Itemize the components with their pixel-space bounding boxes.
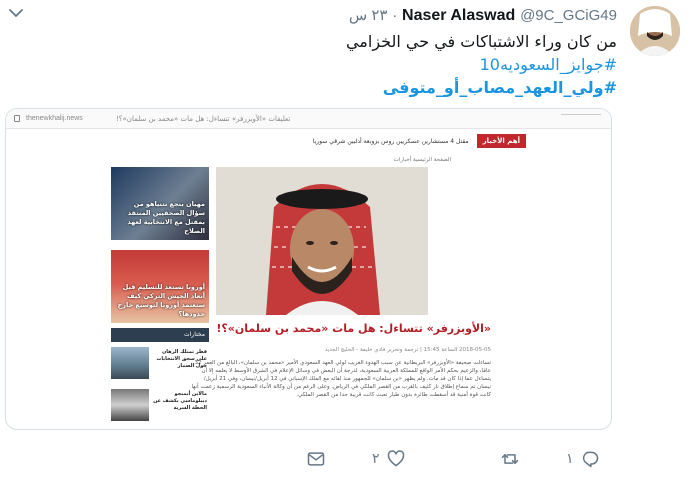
article-body: تساءلت صحيفة «الأوبزرفر» البريطانية عن س… — [191, 360, 491, 398]
article-title: «الأوبزرفر» تتساءل: هل مات «محمد بن سلما… — [216, 322, 491, 335]
envelope-icon — [307, 452, 325, 466]
sidebar-item-image — [111, 347, 149, 379]
author-name[interactable]: Naser Alaswad — [402, 7, 515, 24]
breadcrumb: الصفحة الرئيسية أخبارات — [393, 157, 451, 163]
tweet-text: من كان وراء الاشتباكات في حي الخزامي #جو… — [57, 30, 617, 99]
browser-menu-icon — [561, 114, 601, 122]
news-ticker: مقتل 4 مستشارين عسكريين روس بزوبعة أدلبي… — [312, 137, 469, 145]
browser-url: thenewkhalij.news — [26, 115, 83, 122]
thumbnail-caption-1: مهبان بنجع نتنياهو من سؤال الصحفيين المن… — [127, 200, 205, 235]
retweet-icon — [501, 454, 519, 464]
news-ticker-row: أهم الأخبار مقتل 4 مستشارين عسكريين روس … — [313, 133, 526, 149]
like-button[interactable]: ٢ — [372, 448, 406, 470]
reply-icon — [582, 451, 598, 468]
author-handle[interactable]: @9C_GCiG49 — [520, 7, 617, 24]
news-label: أهم الأخبار — [476, 134, 526, 148]
browser-title: تعليقات «الأوبزرفر» تتساءل: هل مات «محمد… — [116, 115, 291, 123]
reply-count: ١ — [566, 451, 574, 467]
direct-message-button[interactable] — [300, 448, 326, 470]
hashtag-link-1[interactable]: #جوايز_السعوديه10 — [57, 53, 617, 76]
chevron-down-icon[interactable] — [8, 6, 24, 20]
tweet-time[interactable]: ٢٣ س — [349, 7, 388, 24]
hero-photo — [216, 167, 428, 315]
tweet-header: Naser Alaswad @9C_GCiG49 · ٢٣ س — [349, 6, 617, 28]
sidebar-title: مختارات — [111, 328, 209, 342]
sidebar-item-text: مالاين أيمنجو ديبلوماسي يكشف عن الخطة ال… — [153, 391, 207, 411]
lock-icon — [14, 115, 20, 122]
tweet-actions: ١ ٢ — [0, 448, 692, 472]
like-count: ٢ — [372, 451, 380, 467]
sidebar-item-text: قطر تمتلك الرهان على سحق الانتخابات حول … — [156, 349, 207, 369]
thumbnail-caption-2: أوروبا تستعد للتسليم قبل أنعاد الجيش الت… — [117, 283, 205, 318]
tweet-separator: · — [392, 7, 398, 24]
reply-button[interactable]: ١ — [566, 448, 600, 470]
sidebar-item: قطر تمتلك الرهان على سحق الانتخابات حول … — [111, 347, 209, 381]
heart-icon — [387, 450, 404, 467]
avatar[interactable] — [630, 6, 680, 56]
sidebar-item-image — [111, 389, 149, 421]
hashtag-link-2[interactable]: #ولي_العهد_مصاب_أو_متوفى — [57, 76, 617, 99]
retweet-button[interactable] — [494, 448, 520, 470]
article-meta: 2018-05-05 الساعة 15:45 | ترجمة وتحرير ف… — [324, 347, 491, 353]
side-thumbnail-1[interactable]: مهبان بنجع نتنياهو من سؤال الصحفيين المن… — [111, 167, 209, 240]
media-card[interactable]: thenewkhalij.news تعليقات «الأوبزرفر» تت… — [5, 108, 612, 430]
tweet-body: من كان وراء الاشتباكات في حي الخزامي — [345, 32, 617, 51]
side-thumbnail-2[interactable]: أوروبا تستعد للتسليم قبل أنعاد الجيش الت… — [111, 250, 209, 323]
sidebar-item: مالاين أيمنجو ديبلوماسي يكشف عن الخطة ال… — [111, 389, 209, 423]
browser-bar: thenewkhalij.news تعليقات «الأوبزرفر» تت… — [6, 109, 611, 129]
